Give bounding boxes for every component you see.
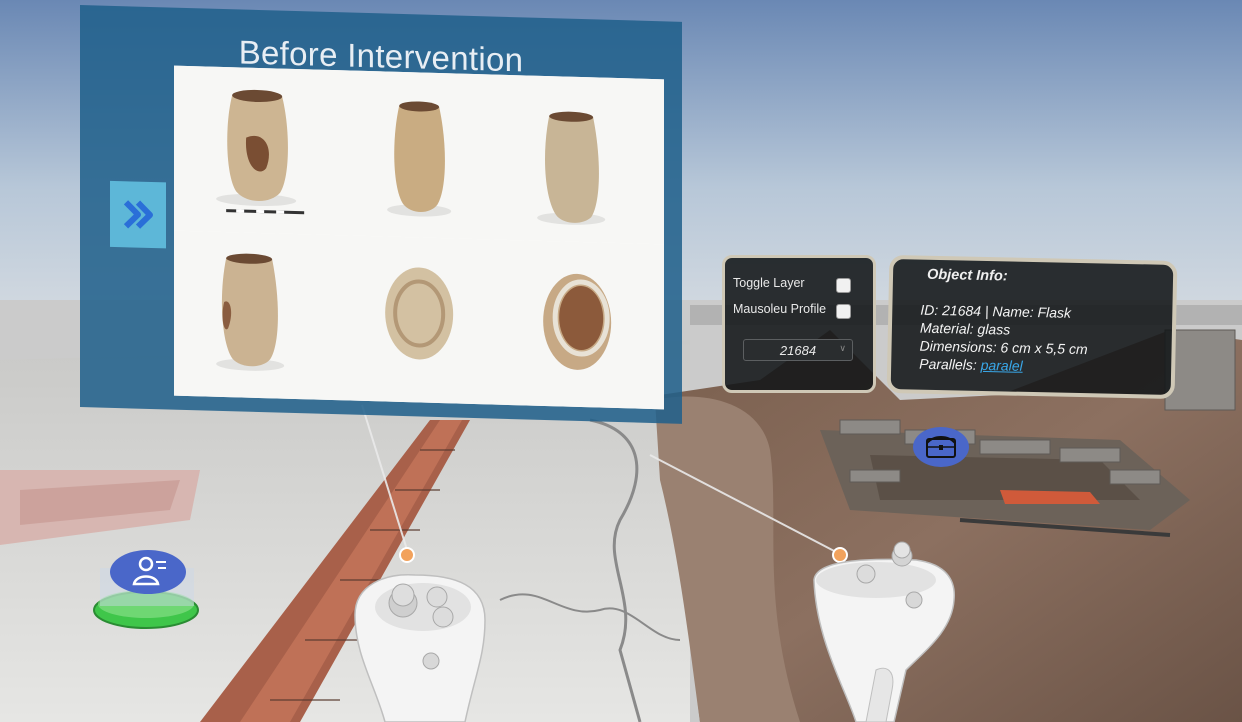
flask-image — [385, 267, 454, 360]
object-select-dropdown[interactable]: 21684 ∨ — [743, 339, 853, 361]
object-dimensions: Dimensions: 6 cm x 5,5 cm — [919, 337, 1088, 358]
flask-image — [542, 273, 611, 370]
chest-icon — [913, 427, 969, 467]
person-teleport-icon — [132, 556, 166, 586]
mausoleu-profile-label: Mausoleu Profile — [733, 302, 827, 316]
artifact-photo-side[interactable] — [337, 70, 501, 240]
flask-image — [387, 101, 452, 217]
mausoleu-profile-checkbox[interactable] — [836, 304, 851, 319]
object-info-title: Object Info: — [926, 266, 1008, 285]
artifact-photo-bottom[interactable] — [337, 235, 501, 405]
mausoleu-profile-row: Mausoleu Profile — [733, 302, 826, 316]
layer-controls-panel: Toggle Layer Mausoleu Profile 21684 ∨ — [722, 255, 876, 393]
teleport-pad[interactable] — [92, 548, 202, 632]
parallels-label: Parallels: — [919, 355, 977, 373]
chevron-down-icon: ∨ — [839, 343, 846, 353]
artifact-marker[interactable] — [912, 426, 970, 468]
parallels-link[interactable]: paralel — [981, 357, 1023, 374]
flask-image — [536, 111, 605, 225]
next-page-button[interactable] — [110, 180, 166, 249]
object-parallels: Parallels: paralel — [919, 356, 1023, 374]
double-chevron-right-icon — [123, 200, 153, 229]
right-vr-controller — [813, 541, 955, 722]
artifact-photo-side-damaged[interactable] — [174, 230, 338, 401]
artifact-photo-back[interactable] — [500, 74, 664, 245]
toggle-layer-row: Toggle Layer — [733, 276, 805, 290]
object-info-panel: Object Info: ID: 21684 | Name: Flask Mat… — [886, 254, 1178, 400]
photo-grid — [174, 65, 664, 410]
before-intervention-panel: Before Intervention — [80, 5, 682, 424]
flask-image — [216, 253, 285, 371]
object-id-name: ID: 21684 | Name: Flask — [920, 301, 1072, 321]
object-select-value: 21684 — [779, 342, 817, 358]
artifact-photo-top-opening[interactable] — [500, 239, 664, 410]
artifact-photo-front-damaged[interactable] — [174, 65, 338, 236]
toggle-layer-label: Toggle Layer — [733, 276, 805, 290]
left-vr-controller — [354, 547, 486, 722]
flask-image — [216, 89, 305, 215]
toggle-layer-checkbox[interactable] — [836, 278, 851, 293]
object-material: Material: glass — [919, 319, 1011, 338]
